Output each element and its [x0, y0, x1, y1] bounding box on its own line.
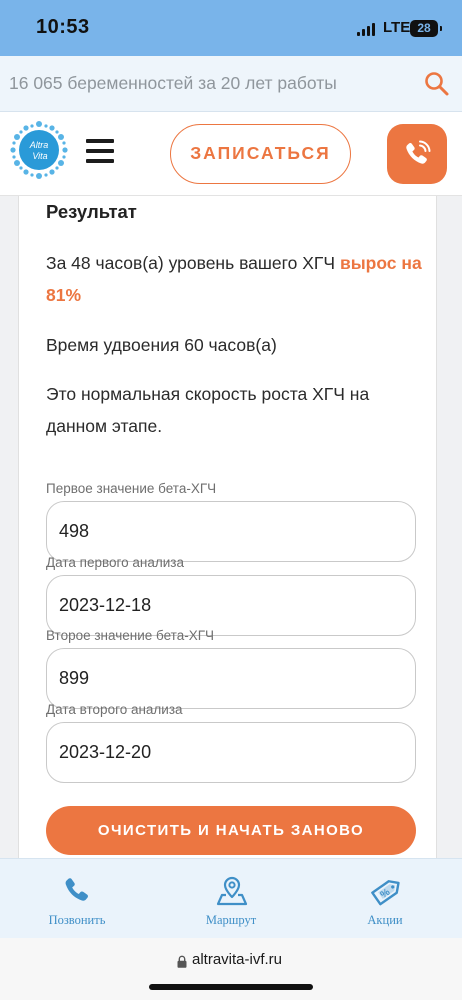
bottom-nav: Позвонить Маршрут % Акции — [0, 858, 462, 938]
status-bar: 10:53 LTE 28 — [0, 0, 462, 56]
second-value-label: Второе значение бета-ХГЧ — [46, 628, 215, 643]
first-date-label: Дата первого анализа — [46, 555, 184, 570]
verdict-text: Это нормальная скорость роста ХГЧ на дан… — [46, 384, 370, 436]
altravita-logo[interactable]: Altra Vita — [9, 120, 69, 180]
nav-route[interactable]: Маршрут — [154, 859, 308, 939]
result-title: Результат — [46, 201, 137, 222]
second-date-input[interactable]: 2023-12-20 — [46, 722, 416, 783]
battery-icon: 28 — [410, 20, 442, 37]
signal-strength-icon — [357, 22, 377, 36]
call-button[interactable] — [387, 124, 447, 184]
menu-icon[interactable] — [86, 139, 114, 163]
search-icon[interactable] — [424, 71, 450, 97]
nav-call-label: Позвонить — [48, 913, 106, 927]
logo-text-top: Altra — [29, 140, 49, 150]
second-date-label: Дата второго анализа — [46, 702, 183, 717]
discount-tag-icon: % — [371, 880, 400, 906]
reset-button[interactable]: ОЧИСТИТЬ И НАЧАТЬ ЗАНОВО — [46, 806, 416, 855]
phone-call-icon — [406, 140, 431, 164]
promo-text: 16 065 беременностей за 20 лет работы — [9, 73, 337, 93]
status-time: 10:53 — [36, 16, 90, 38]
map-pin-icon — [216, 876, 248, 906]
first-value-input[interactable]: 498 — [46, 501, 416, 562]
lock-icon — [177, 955, 187, 968]
nav-promotions-label: Акции — [367, 913, 403, 927]
url-text[interactable]: altravita-ivf.ru — [192, 951, 282, 968]
second-value-input[interactable]: 899 — [46, 648, 416, 709]
growth-text: За 48 часов(а) уровень вашего ХГЧ вырос … — [46, 247, 426, 311]
first-date-input[interactable]: 2023-12-18 — [46, 575, 416, 636]
browser-url-bar[interactable] — [0, 938, 462, 1000]
first-value-label: Первое значение бета-ХГЧ — [46, 481, 217, 496]
nav-promotions[interactable]: % Акции — [308, 859, 462, 939]
phone-icon — [65, 878, 88, 901]
nav-route-label: Маршрут — [205, 913, 257, 927]
signup-button[interactable]: ЗАПИСАТЬСЯ — [170, 124, 351, 184]
doubling-time-text: Время удвоения 60 часов(а) — [46, 335, 277, 355]
home-indicator[interactable] — [149, 984, 313, 990]
growth-prefix: За 48 часов(а) уровень вашего ХГЧ — [46, 253, 340, 273]
network-type: LTE — [383, 19, 411, 36]
nav-call[interactable]: Позвонить — [0, 859, 154, 939]
logo-text-bottom: Vita — [32, 151, 47, 161]
promo-banner: 16 065 беременностей за 20 лет работы — [0, 56, 462, 112]
